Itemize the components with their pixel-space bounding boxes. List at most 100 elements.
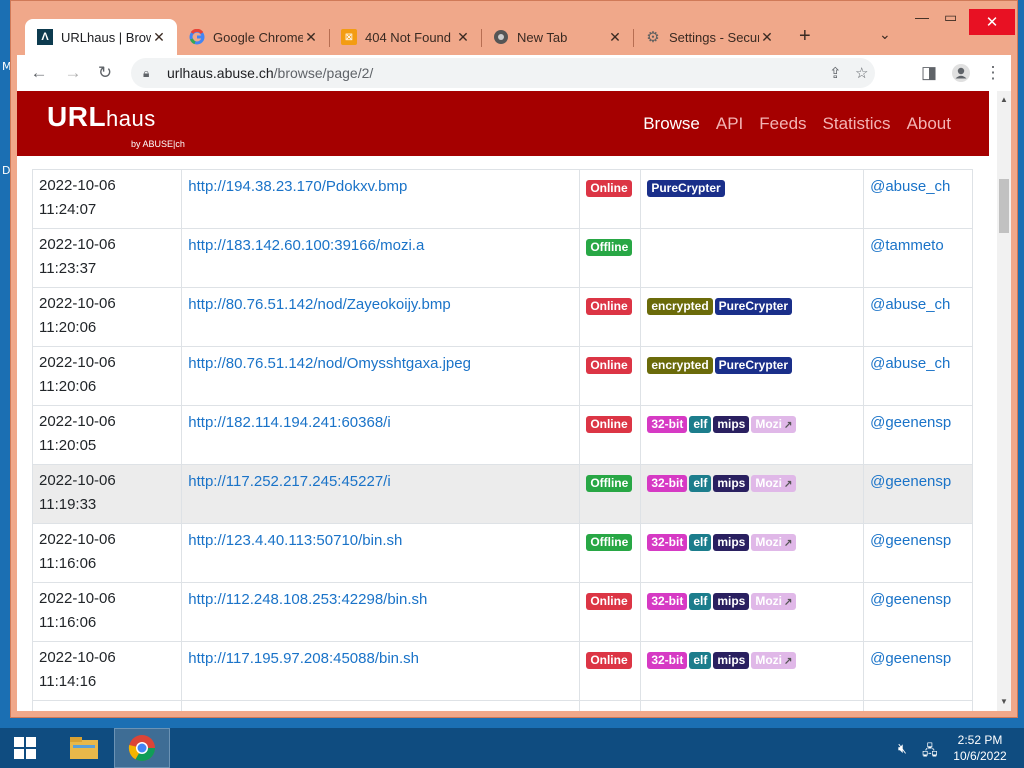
address-bar[interactable]: 🔒︎ urlhaus.abuse.ch/browse/page/2/ ⇪ ☆ [131,58,875,88]
forward-button[interactable]: → [61,61,85,85]
tab-title: Google Chrome [213,29,303,45]
close-icon[interactable]: ✕ [455,29,471,46]
external-link-icon: ↗ [784,479,793,490]
tab-settings[interactable]: ⚙ Settings - Security ✕ [633,19,785,55]
nav-link-statistics[interactable]: Statistics [823,114,891,134]
tab-new-tab[interactable]: New Tab ✕ [481,19,633,55]
tab-404[interactable]: ⊠ 404 Not Found ✕ [329,19,481,55]
status-badge: Online [586,357,632,374]
date-added-cell: 2022-10-06 11:20:06 [31,346,183,406]
tag-badge[interactable]: Mozi ↗ [751,534,797,551]
scrollbar-thumb[interactable] [999,179,1009,233]
page-scrollbar[interactable]: ▲ ▼ [997,91,1011,711]
urlhaus-logo[interactable]: URLhaus by ABUSE|ch [47,101,185,149]
taskbar-clock[interactable]: 2:52 PM 10/6/2022 [946,732,1014,764]
profile-icon[interactable] [949,61,973,85]
status-cell: Offline [579,700,642,711]
tags-cell: 32-bitelfmipsMozi↗ [640,700,865,711]
external-link-icon: ↗ [784,420,793,431]
chrome-taskbar-icon[interactable] [114,728,170,768]
menu-icon[interactable]: ⋮ [981,61,1005,85]
status-cell: Online [579,405,642,465]
reporter-cell: @abuse_ch [863,346,973,406]
malware-url-link[interactable]: http://117.195.97.208:45088/bin.sh [188,650,419,667]
close-icon[interactable]: ✕ [759,29,775,46]
reporter-link[interactable]: @tammeto [870,237,944,254]
tag-badge[interactable]: Mozi ↗ [751,416,797,433]
malware-url-link[interactable]: http://183.142.60.100:39166/mozi.a [188,237,424,254]
status-badge: Online [586,298,632,315]
minimize-button[interactable]: — [915,9,929,25]
status-cell: Offline [579,228,642,288]
close-icon[interactable]: ✕ [303,29,319,46]
scroll-down-icon[interactable]: ▼ [1000,697,1008,706]
malware-url-link[interactable]: http://117.252.217.245:45227/i [188,473,390,490]
bookmark-star-icon[interactable]: ☆ [855,64,868,82]
close-icon[interactable]: ✕ [607,29,623,46]
reporter-link[interactable]: @geenensp [870,414,951,431]
nav-link-feeds[interactable]: Feeds [759,114,806,134]
status-badge: Offline [586,239,633,256]
lock-icon[interactable]: 🔒︎ [143,66,157,81]
malware-url-link[interactable]: http://123.4.40.113:50710/bin.sh [188,532,402,549]
reporter-link[interactable]: @abuse_ch [870,178,950,195]
volume-muted-icon[interactable]: 🔇︎ [898,740,907,757]
tab-urlhaus[interactable]: Λ URLhaus | Browse ✕ [25,19,177,55]
tag-badge: elf [689,416,712,433]
new-tab-button[interactable]: + [799,25,811,48]
reporter-cell: @geenensp [863,405,973,465]
malware-url-link[interactable]: http://182.114.194.241:60368/i [188,414,390,431]
malware-url-link[interactable]: http://112.248.108.253:42298/bin.sh [188,591,427,608]
nav-link-about[interactable]: About [907,114,951,134]
nav-link-api[interactable]: API [716,114,743,134]
urls-table: 2022-10-06 11:24:07 http://194.38.23.170/P… [31,169,973,711]
chrome-icon [493,29,509,45]
back-button[interactable]: ← [27,61,51,85]
reporter-link[interactable]: @geenensp [870,473,951,490]
share-icon[interactable]: ⇪ [829,64,842,82]
reporter-link[interactable]: @geenensp [870,650,951,667]
tag-badge: elf [689,475,712,492]
tag-badge[interactable]: Mozi ↗ [751,475,797,492]
reporter-cell: @abuse_ch [863,169,973,229]
tag-badge: 32-bit [647,416,688,433]
status-cell: Offline [579,464,642,524]
reload-button[interactable]: ↻ [93,61,117,85]
tag-badge[interactable]: Mozi ↗ [751,593,797,610]
table-row: 2022-10-06 11:20:06 http://80.76.51.142/no… [31,287,973,347]
tab-search-button[interactable]: ⌄ [879,26,891,43]
reporter-link[interactable]: @abuse_ch [870,355,950,372]
reporter-link[interactable]: @abuse_ch [870,296,950,313]
taskbar: 🔇︎ 🖧︎ 2:52 PM 10/6/2022 [0,728,1024,768]
windows-start-icon[interactable] [0,728,50,768]
maximize-button[interactable]: ▭ [944,9,957,26]
file-explorer-icon[interactable] [56,728,112,768]
network-icon[interactable]: 🖧︎ [922,740,938,764]
reporter-cell: @abuse_ch [863,287,973,347]
table-row: 2022-10-06 11:19:33 http://117.252.217.245… [31,464,973,524]
tab-title: Settings - Security [669,29,759,45]
nav-link-browse[interactable]: Browse [643,114,700,134]
reporter-link[interactable]: @geenensp [870,532,951,549]
tab-google-chrome[interactable]: Google Chrome ✕ [177,19,329,55]
close-icon[interactable]: ✕ [151,29,167,46]
malware-url-link[interactable]: http://194.38.23.170/Pdokxv.bmp [188,178,407,195]
malware-url-link[interactable]: http://27.6.104.156:53056/bin.sh [188,709,403,711]
tag-badge[interactable]: Mozi ↗ [751,652,797,669]
reporter-cell: @geenensp [863,582,973,642]
date-added-cell: 2022-10-06 11:19:33 [31,464,183,524]
tags-cell: PureCrypter [640,169,865,229]
tags-cell [640,228,865,288]
malware-url-link[interactable]: http://80.76.51.142/nod/Zayeokoijy.bmp [188,296,450,313]
scroll-up-icon[interactable]: ▲ [1000,95,1008,104]
malware-url-link[interactable]: http://80.76.51.142/nod/Omysshtgaxa.jpeg [188,355,471,372]
date-added-cell: 2022-10-06 11:20:06 [31,287,183,347]
url-cell: http://112.248.108.253:42298/bin.sh [181,582,581,642]
status-badge: Online [586,180,632,197]
reporter-link[interactable]: @geenensp [870,591,951,608]
side-panel-icon[interactable]: ◨ [917,61,941,85]
close-window-button[interactable]: ✕ [969,9,1015,35]
reporter-link[interactable]: @geenensp [870,709,951,711]
tag-badge: encrypted [647,357,713,374]
date-added-cell: 2022-10-06 11:20:05 [31,405,183,465]
